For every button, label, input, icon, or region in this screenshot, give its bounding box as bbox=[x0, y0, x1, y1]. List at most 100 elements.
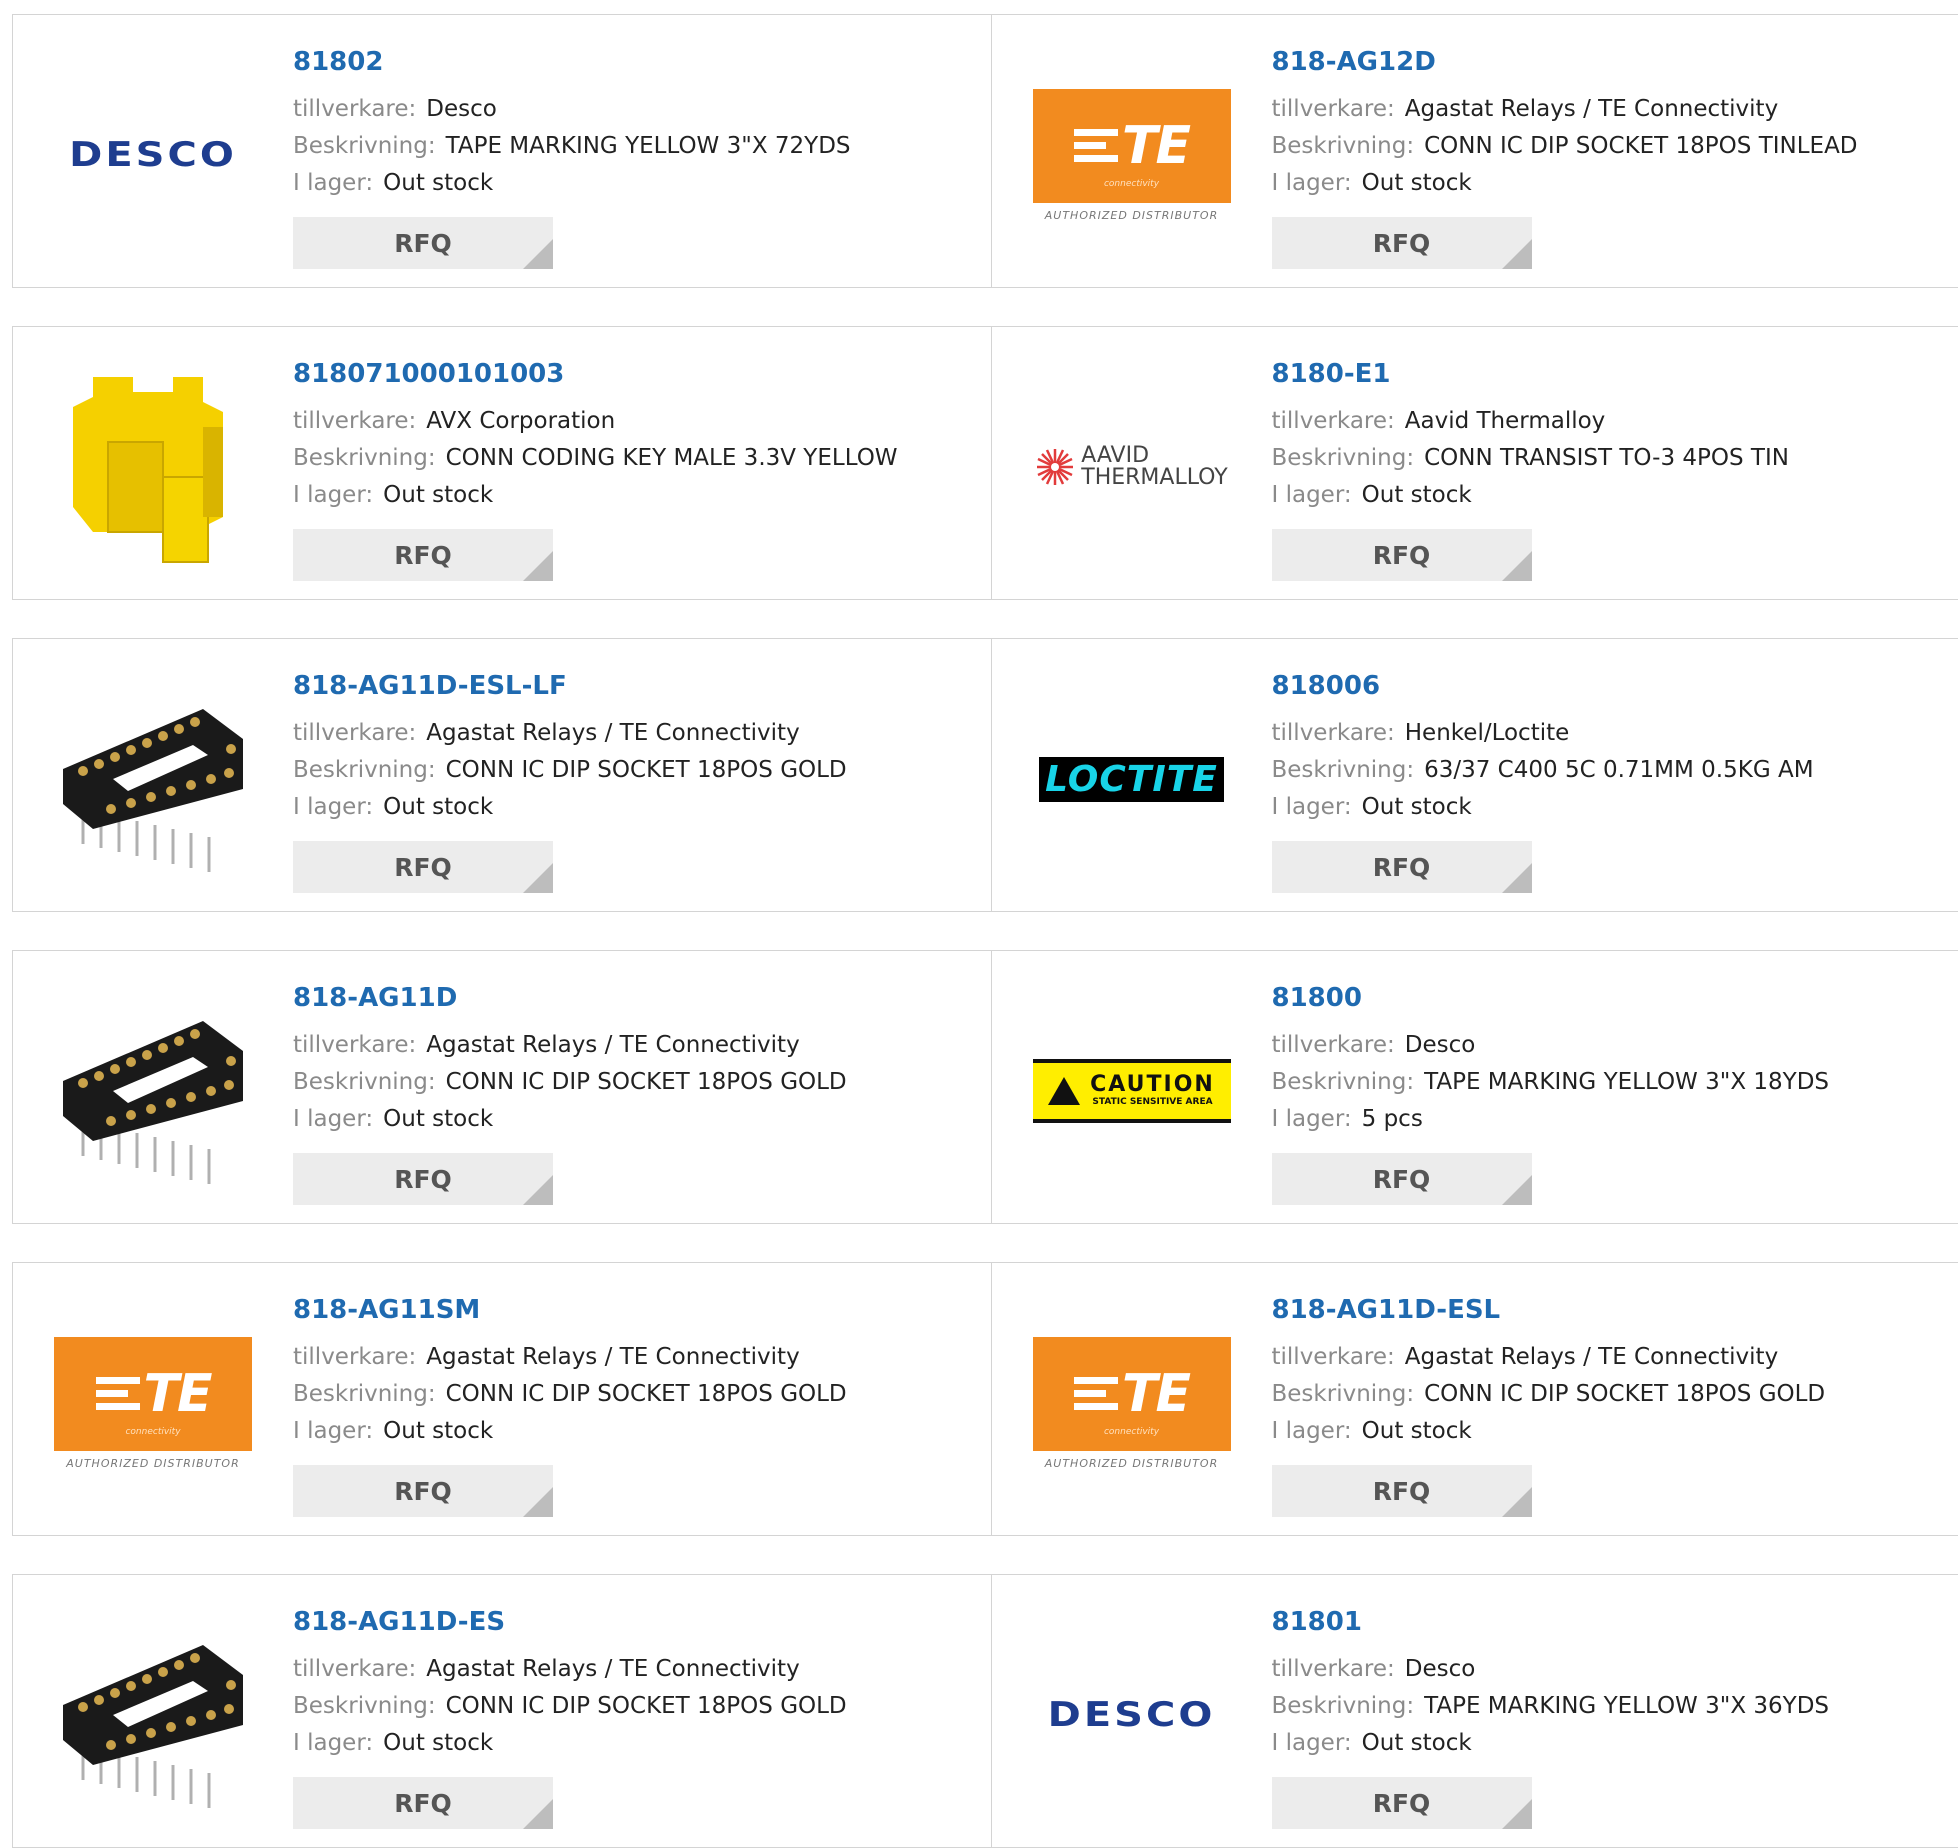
rfq-corner-icon bbox=[1502, 1487, 1532, 1517]
caution-label: CAUTION STATIC SENSITIVE AREA bbox=[1090, 1074, 1215, 1108]
stock-line: I lager: Out stock bbox=[293, 789, 847, 826]
stock-label: I lager: bbox=[293, 794, 373, 820]
description-line: Beskrivning:CONN IC DIP SOCKET 18POS GOL… bbox=[293, 1376, 847, 1413]
product-image[interactable]: AAVID THERMALLOY bbox=[1032, 367, 1232, 567]
product-card: TE connectivity AUTHORIZED DISTRIBUTOR 8… bbox=[991, 15, 1958, 287]
rfq-label: RFQ bbox=[394, 853, 452, 882]
te-mark: TE bbox=[96, 1364, 211, 1424]
rfq-button[interactable]: RFQ bbox=[293, 841, 553, 893]
manufacturer-label: tillverkare: bbox=[293, 408, 416, 434]
product-image[interactable]: LOCTITE bbox=[1032, 679, 1232, 879]
part-number-link[interactable]: 81800 bbox=[1272, 981, 1830, 1015]
part-number-link[interactable]: 818-AG11D-ESL bbox=[1272, 1293, 1826, 1327]
part-number-link[interactable]: 818-AG11D-ES bbox=[293, 1605, 847, 1639]
rfq-button[interactable]: RFQ bbox=[293, 1465, 553, 1517]
rfq-label: RFQ bbox=[394, 541, 452, 570]
part-number-link[interactable]: 818-AG11D-ESL-LF bbox=[293, 669, 847, 703]
product-card: 818-AG11D-ESL-LF tillverkare:Agastat Rel… bbox=[13, 639, 991, 911]
description-value: CONN IC DIP SOCKET 18POS GOLD bbox=[1424, 1381, 1825, 1407]
part-number-link[interactable]: 8180-E1 bbox=[1272, 357, 1789, 391]
manufacturer-label: tillverkare: bbox=[293, 1032, 416, 1058]
rfq-button[interactable]: RFQ bbox=[293, 529, 553, 581]
stock-line: I lager:Out stock bbox=[293, 165, 851, 202]
rfq-corner-icon bbox=[523, 1175, 553, 1205]
manufacturer-line: tillverkare:Agastat Relays / TE Connecti… bbox=[293, 1027, 847, 1064]
product-image[interactable]: TE connectivity AUTHORIZED DISTRIBUTOR bbox=[1032, 55, 1232, 255]
product-image[interactable] bbox=[53, 679, 253, 879]
stock-value: Out stock bbox=[383, 794, 493, 820]
part-number-link[interactable]: 818-AG12D bbox=[1272, 45, 1858, 79]
rfq-button[interactable]: RFQ bbox=[1272, 841, 1532, 893]
stock-value: Out stock bbox=[1362, 1730, 1472, 1756]
te-logo-text: TE bbox=[1122, 1364, 1189, 1424]
stock-label: I lager: bbox=[293, 1418, 373, 1444]
part-number-link[interactable]: 818071000101003 bbox=[293, 357, 898, 391]
manufacturer-label: tillverkare: bbox=[293, 1344, 416, 1370]
rfq-button[interactable]: RFQ bbox=[1272, 529, 1532, 581]
rfq-button[interactable]: RFQ bbox=[1272, 1465, 1532, 1517]
part-number-link[interactable]: 818-AG11SM bbox=[293, 1293, 847, 1327]
te-logo-subtext: connectivity bbox=[54, 1427, 252, 1437]
rfq-button[interactable]: RFQ bbox=[1272, 1777, 1532, 1829]
product-row: 818-AG11D-ES tillverkare: Agastat Relays … bbox=[12, 1574, 1958, 1848]
rfq-button[interactable]: RFQ bbox=[1272, 1153, 1532, 1205]
part-number-link[interactable]: 81802 bbox=[293, 45, 851, 79]
rfq-button[interactable]: RFQ bbox=[293, 1777, 553, 1829]
manufacturer-line: tillverkare: Desco bbox=[1272, 1651, 1830, 1688]
manufacturer-line: tillverkare:Agastat Relays / TE Connecti… bbox=[293, 715, 847, 752]
rfq-corner-icon bbox=[1502, 1799, 1532, 1829]
product-image[interactable]: CAUTION STATIC SENSITIVE AREA bbox=[1032, 991, 1232, 1191]
te-connectivity-logo: TE connectivity AUTHORIZED DISTRIBUTOR bbox=[1032, 1337, 1232, 1470]
description-value: 63/37 C400 5C 0.71MM 0.5KG AM bbox=[1424, 757, 1813, 783]
description-label: Beskrivning: bbox=[1272, 445, 1415, 471]
stock-line: I lager:Out stock bbox=[293, 1101, 847, 1138]
description-label: Beskrivning: bbox=[293, 133, 436, 159]
rfq-corner-icon bbox=[523, 863, 553, 893]
te-logo-text: TE bbox=[1122, 116, 1189, 176]
stock-label: I lager: bbox=[293, 1106, 373, 1132]
manufacturer-label: tillverkare: bbox=[1272, 1656, 1395, 1682]
product-image[interactable] bbox=[53, 991, 253, 1191]
rfq-label: RFQ bbox=[394, 1477, 452, 1506]
rfq-button[interactable]: RFQ bbox=[1272, 217, 1532, 269]
caution-tape-photo: CAUTION STATIC SENSITIVE AREA bbox=[1033, 1059, 1231, 1123]
manufacturer-value: Agastat Relays / TE Connectivity bbox=[426, 1656, 799, 1682]
rfq-corner-icon bbox=[1502, 239, 1532, 269]
rfq-button[interactable]: RFQ bbox=[293, 217, 553, 269]
part-number-link[interactable]: 81801 bbox=[1272, 1605, 1830, 1639]
product-info: 818-AG11D-ESL tillverkare:Agastat Relays… bbox=[1272, 1293, 1826, 1450]
product-card: LOCTITE 818006 tillverkare:Henkel/Loctit… bbox=[991, 639, 1958, 911]
description-label: Beskrivning: bbox=[1272, 1069, 1415, 1095]
stock-label: I lager: bbox=[1272, 794, 1352, 820]
rfq-button[interactable]: RFQ bbox=[293, 1153, 553, 1205]
stock-label: I lager: bbox=[293, 1730, 373, 1756]
stock-line: I lager:Out stock bbox=[1272, 1413, 1826, 1450]
stock-value: Out stock bbox=[383, 482, 493, 508]
product-image[interactable]: DESCO bbox=[53, 55, 253, 255]
stock-label: I lager: bbox=[1272, 170, 1352, 196]
description-value: CONN IC DIP SOCKET 18POS GOLD bbox=[446, 1693, 847, 1719]
product-image[interactable] bbox=[53, 367, 253, 567]
part-number-link[interactable]: 818006 bbox=[1272, 669, 1814, 703]
desco-logo: DESCO bbox=[1048, 1695, 1216, 1734]
product-card: TE connectivity AUTHORIZED DISTRIBUTOR 8… bbox=[13, 1263, 991, 1535]
manufacturer-value: Desco bbox=[1405, 1656, 1476, 1682]
product-row: DESCO 81802 tillverkare:Desco Beskrivnin… bbox=[12, 14, 1958, 288]
description-value: CONN IC DIP SOCKET 18POS GOLD bbox=[446, 1381, 847, 1407]
manufacturer-label: tillverkare: bbox=[1272, 96, 1395, 122]
product-image[interactable]: DESCO bbox=[1032, 1615, 1232, 1815]
description-value: CONN IC DIP SOCKET 18POS GOLD bbox=[446, 1069, 847, 1095]
description-line: Beskrivning:CONN IC DIP SOCKET 18POS GOL… bbox=[293, 1064, 847, 1101]
product-card: 818-AG11D-ES tillverkare:Agastat Relays … bbox=[13, 1575, 991, 1847]
description-label: Beskrivning: bbox=[293, 445, 436, 471]
rfq-corner-icon bbox=[1502, 551, 1532, 581]
manufacturer-value: AVX Corporation bbox=[426, 408, 615, 434]
manufacturer-label: tillverkare: bbox=[1272, 1032, 1395, 1058]
product-image[interactable]: TE connectivity AUTHORIZED DISTRIBUTOR bbox=[53, 1303, 253, 1503]
product-image[interactable] bbox=[53, 1615, 253, 1815]
product-info: 818-AG11SM tillverkare:Agastat Relays / … bbox=[293, 1293, 847, 1450]
rfq-label: RFQ bbox=[1373, 1789, 1431, 1818]
te-logo-box: TE connectivity bbox=[54, 1337, 252, 1451]
part-number-link[interactable]: 818-AG11D bbox=[293, 981, 847, 1015]
product-image[interactable]: TE connectivity AUTHORIZED DISTRIBUTOR bbox=[1032, 1303, 1232, 1503]
